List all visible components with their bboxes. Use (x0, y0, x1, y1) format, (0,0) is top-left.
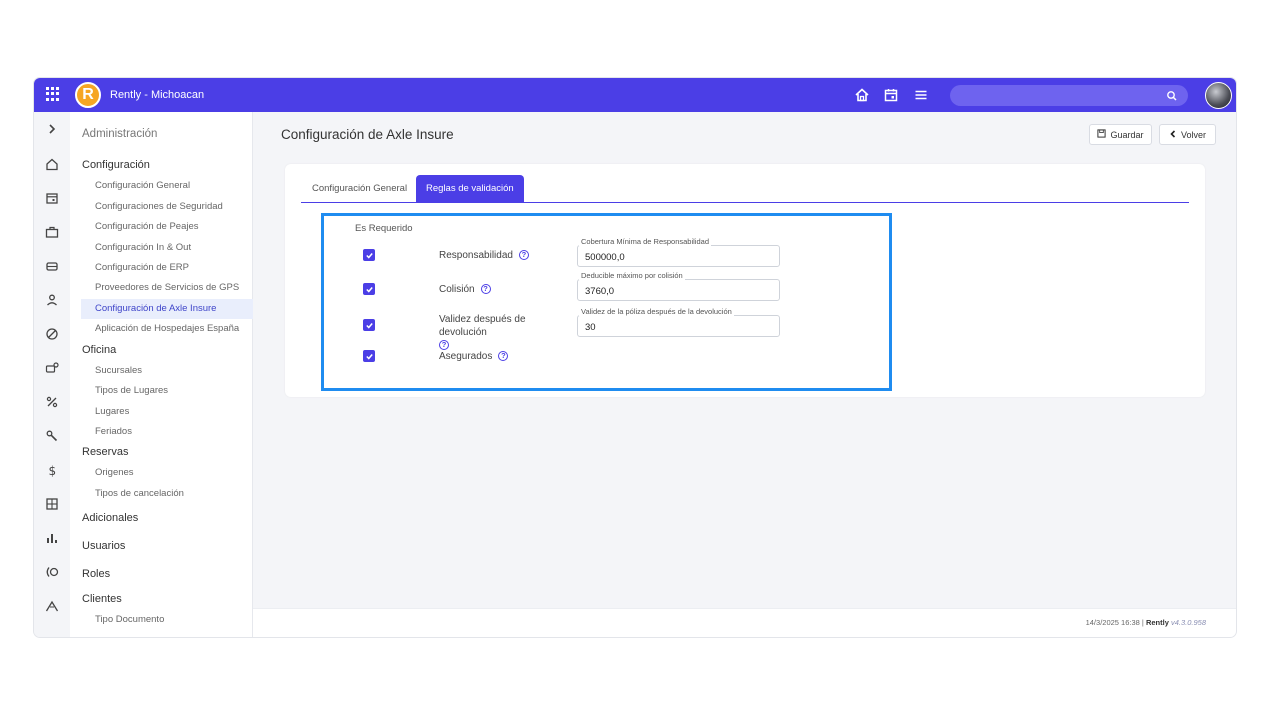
sidebar-group-clientes[interactable]: Clientes (82, 593, 122, 605)
calculator-icon[interactable] (44, 496, 60, 512)
person-icon[interactable] (44, 292, 60, 308)
briefcase-icon[interactable] (44, 224, 60, 240)
sidebar-item-proveedores-gps[interactable]: Proveedores de Servicios de GPS (95, 282, 239, 293)
signal-icon[interactable] (44, 564, 60, 580)
chevron-left-icon (1169, 129, 1177, 140)
highlight-box (321, 213, 892, 391)
calendar-icon[interactable] (882, 86, 900, 104)
footer: 14/3/2025 16:38 | Rently v4.3.0.958 (253, 608, 1236, 637)
back-button-label: Volver (1180, 129, 1206, 140)
page-title: Configuración de Axle Insure (281, 127, 454, 142)
tab-configuracion-general[interactable]: Configuración General (302, 175, 417, 202)
sidebar-group-adicionales[interactable]: Adicionales (82, 512, 138, 524)
menu-icon[interactable] (912, 86, 930, 104)
sidebar-item-feriados[interactable]: Feriados (95, 426, 132, 437)
sidebar-item-axle-insure[interactable]: Configuración de Axle Insure (81, 299, 253, 319)
sidebar-item-configuraciones-seguridad[interactable]: Configuraciones de Seguridad (95, 201, 223, 212)
sidebar-group-usuarios[interactable]: Usuarios (82, 540, 125, 552)
apps-icon[interactable] (46, 87, 60, 101)
tabs-divider (301, 202, 1189, 203)
sidebar-item-tipos-lugares[interactable]: Tipos de Lugares (95, 385, 168, 396)
sidebar-item-sucursales[interactable]: Sucursales (95, 365, 142, 376)
sidebar-item-configuracion-general[interactable]: Configuración General (95, 180, 190, 191)
tab-reglas-validacion[interactable]: Reglas de validación (416, 175, 524, 202)
sidebar-group-oficina[interactable]: Oficina (82, 344, 116, 356)
app-window: R Rently - Michoacan $ Administración Co… (34, 78, 1236, 637)
footer-text: 14/3/2025 16:38 | Rently v4.3.0.958 (1085, 618, 1206, 627)
top-bar: R Rently - Michoacan (34, 78, 1236, 112)
vehicle-settings-icon[interactable] (44, 360, 60, 376)
sidebar-item-configuracion-in-out[interactable]: Configuración In & Out (95, 242, 191, 253)
save-icon (1097, 129, 1107, 140)
save-button[interactable]: Guardar (1089, 124, 1152, 145)
wrench-icon[interactable] (44, 428, 60, 444)
sidebar-group-reservas[interactable]: Reservas (82, 446, 128, 458)
sidebar-item-tipos-cancelacion[interactable]: Tipos de cancelación (95, 488, 184, 499)
search-icon[interactable] (1166, 89, 1178, 107)
app-logo[interactable]: R (75, 82, 101, 108)
back-button[interactable]: Volver (1159, 124, 1216, 145)
ban-icon[interactable] (44, 326, 60, 342)
svg-text:$: $ (49, 464, 57, 477)
sidebar-item-tipo-documento[interactable]: Tipo Documento (95, 614, 164, 625)
home-icon[interactable] (44, 156, 60, 172)
dollar-icon[interactable]: $ (44, 462, 60, 478)
sidebar: Administración Configuración Configuraci… (70, 112, 253, 637)
search-input[interactable] (950, 85, 1188, 106)
chevron-right-icon[interactable] (44, 121, 60, 137)
sidebar-header: Administración (82, 128, 158, 140)
sidebar-group-roles[interactable]: Roles (82, 568, 110, 580)
calendar-icon[interactable] (44, 190, 60, 206)
sidebar-item-configuracion-peajes[interactable]: Configuración de Peajes (95, 221, 199, 232)
icon-rail: $ (34, 112, 70, 637)
car-icon[interactable] (44, 258, 60, 274)
avatar[interactable] (1205, 82, 1232, 109)
percent-icon[interactable] (44, 394, 60, 410)
home-icon[interactable] (853, 86, 871, 104)
app-title: Rently - Michoacan (110, 89, 205, 101)
sidebar-group-configuracion[interactable]: Configuración (82, 159, 150, 171)
sidebar-item-origenes[interactable]: Origenes (95, 467, 134, 478)
sidebar-item-lugares[interactable]: Lugares (95, 406, 129, 417)
sidebar-item-hospedajes-espana[interactable]: Aplicación de Hospedajes España (95, 323, 239, 334)
save-button-label: Guardar (1110, 129, 1144, 140)
sidebar-item-configuracion-erp[interactable]: Configuración de ERP (95, 262, 189, 273)
bar-chart-icon[interactable] (44, 530, 60, 546)
mountain-icon[interactable] (44, 598, 60, 614)
